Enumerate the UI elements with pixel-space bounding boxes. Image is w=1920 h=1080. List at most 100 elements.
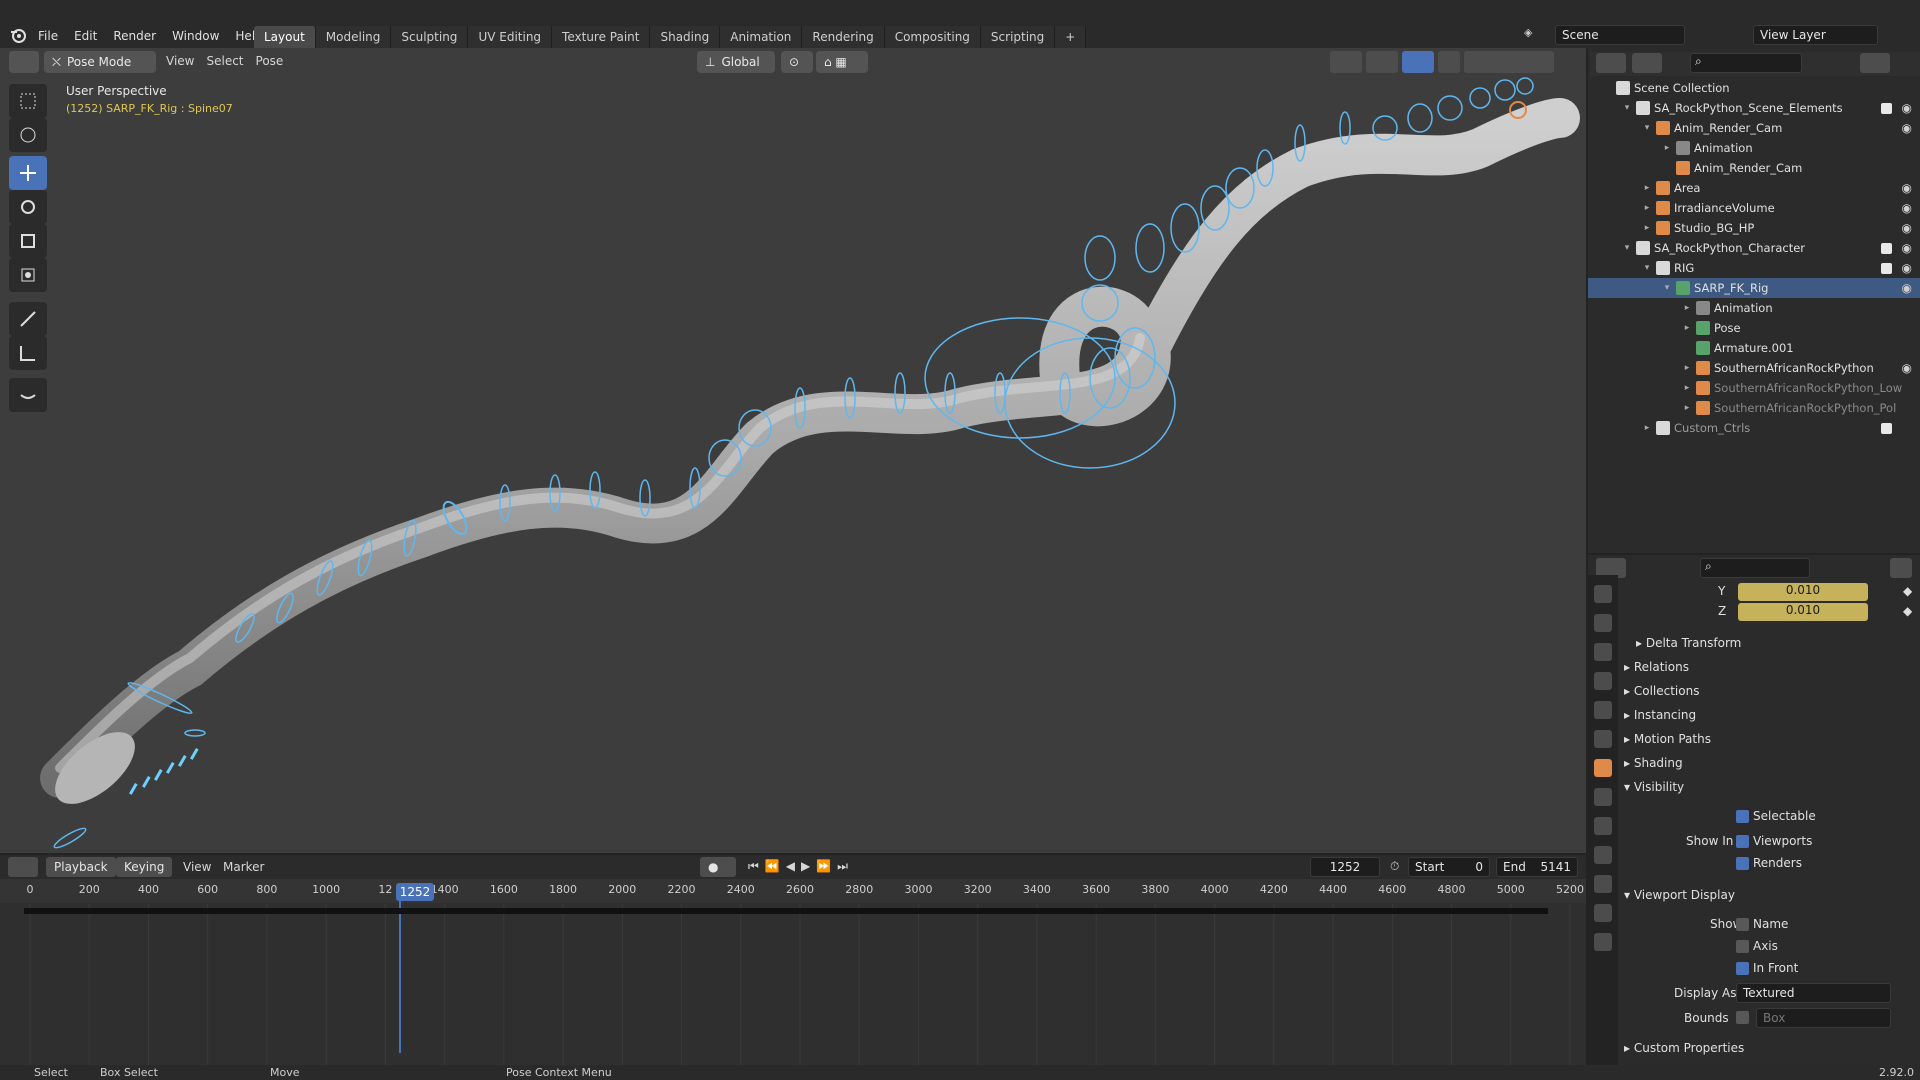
tab-sculpting[interactable]: Sculpting [391, 26, 469, 48]
keyframe-icon[interactable]: ◆ [1903, 604, 1912, 618]
rotate-tool[interactable] [9, 190, 47, 224]
visibility-toggle[interactable] [1330, 51, 1362, 73]
name-checkbox[interactable]: Name [1736, 917, 1920, 931]
eye-icon[interactable]: ◉ [1902, 101, 1912, 115]
menu-window[interactable]: Window [164, 25, 227, 47]
outliner-item[interactable]: ▾ SARP_FK_Rig ◉ [1588, 278, 1920, 298]
outliner-item[interactable]: ▸ IrradianceVolume ◉ [1588, 198, 1920, 218]
expand-icon[interactable]: ▾ [1622, 243, 1632, 253]
panel-visibility[interactable]: ▾ Visibility [1624, 780, 1920, 794]
bone-tool[interactable] [9, 378, 47, 412]
record-button[interactable]: ● [700, 857, 736, 877]
eye-icon[interactable]: ◉ [1902, 361, 1912, 375]
tool-tab-icon[interactable] [1594, 585, 1612, 603]
eye-icon[interactable]: ◉ [1902, 221, 1912, 235]
tab-texture-paint[interactable]: Texture Paint [552, 26, 651, 48]
annotate-tool[interactable] [9, 302, 47, 336]
viewports-checkbox[interactable]: Viewports [1736, 834, 1920, 848]
blender-logo-icon[interactable] [10, 27, 26, 43]
tab-uv-editing[interactable]: UV Editing [468, 26, 553, 48]
measure-tool[interactable] [9, 336, 47, 370]
outliner-item[interactable]: Anim_Render_Cam [1588, 158, 1920, 178]
renders-checkbox[interactable]: Renders [1736, 856, 1920, 870]
display-as-select[interactable]: Textured [1736, 983, 1891, 1003]
outliner-item[interactable]: ▸ Animation [1588, 138, 1920, 158]
expand-icon[interactable]: ▸ [1682, 363, 1692, 373]
tab-layout[interactable]: Layout [254, 26, 316, 48]
expand-icon[interactable]: ▸ [1642, 223, 1652, 233]
start-frame-field[interactable]: Start 0 [1408, 857, 1490, 877]
playback-menu[interactable]: Playback [46, 857, 116, 877]
outliner-item[interactable]: Armature.001 [1588, 338, 1920, 358]
outliner-item[interactable]: ▸ Pose [1588, 318, 1920, 338]
panel-instancing[interactable]: ▸ Instancing [1624, 708, 1920, 722]
properties-options[interactable] [1890, 558, 1912, 578]
outliner-editor-type[interactable] [1596, 53, 1626, 73]
panel-relations[interactable]: ▸ Relations [1624, 660, 1920, 674]
menu-select[interactable]: Select [206, 54, 243, 68]
outliner-item[interactable]: ▸ SouthernAfricanRockPython_Low [1588, 378, 1920, 398]
expand-icon[interactable]: ▸ [1682, 323, 1692, 333]
playhead-label[interactable]: 1252 [396, 883, 434, 901]
xray-toggle[interactable] [1438, 51, 1460, 73]
select-box-tool[interactable] [9, 84, 47, 118]
gizmo-toggle[interactable] [1366, 51, 1398, 73]
snap-button[interactable]: ⌂ ▦ [816, 51, 868, 73]
eye-icon[interactable]: ◉ [1902, 121, 1912, 135]
marker-menu[interactable]: Marker [223, 860, 264, 874]
timeline-ruler[interactable]: 0 200 400 600 800 1000 12 1400 1600 1800 2000 2200 2… [0, 879, 1586, 903]
data-tab-icon[interactable] [1594, 875, 1612, 893]
scale-y-field[interactable]: 0.010 [1738, 583, 1868, 601]
constraint-tab-icon[interactable] [1594, 846, 1612, 864]
pivot-button[interactable]: ⊙ [781, 51, 813, 73]
outliner-item[interactable]: ▾ Anim_Render_Cam ◉ [1588, 118, 1920, 138]
object-tab-icon[interactable] [1594, 759, 1612, 777]
panel-collections[interactable]: ▸ Collections [1624, 684, 1920, 698]
panel-viewport-display[interactable]: ▾ Viewport Display [1624, 888, 1920, 902]
eye-icon[interactable]: ◉ [1902, 241, 1912, 255]
tab-scripting[interactable]: Scripting [980, 26, 1056, 48]
exclude-checkbox[interactable] [1881, 262, 1892, 274]
modifier-tab-icon[interactable] [1594, 788, 1612, 806]
eye-icon[interactable]: ◉ [1902, 281, 1912, 295]
selectable-checkbox[interactable]: Selectable [1736, 809, 1920, 823]
expand-icon[interactable]: ▾ [1662, 283, 1672, 293]
shading-mode-buttons[interactable] [1464, 51, 1554, 73]
exclude-checkbox[interactable] [1881, 422, 1892, 434]
eye-icon[interactable]: ◉ [1902, 261, 1912, 275]
display-mode-button[interactable] [1632, 53, 1662, 73]
3d-viewport[interactable] [0, 48, 1586, 853]
outliner-item[interactable]: Scene Collection [1588, 78, 1920, 98]
current-frame-field[interactable]: 1252 [1310, 857, 1380, 877]
outliner-item[interactable]: ▸ Area ◉ [1588, 178, 1920, 198]
outliner-item[interactable]: ▸ Custom_Ctrls [1588, 418, 1920, 438]
in-front-checkbox[interactable]: In Front [1736, 961, 1920, 975]
bone-tab-icon[interactable] [1594, 904, 1612, 922]
menu-edit[interactable]: Edit [66, 25, 105, 47]
outliner-item[interactable]: ▸ SouthernAfricanRockPython_Pol [1588, 398, 1920, 418]
expand-icon[interactable]: ▸ [1642, 423, 1652, 433]
panel-motion-paths[interactable]: ▸ Motion Paths [1624, 732, 1920, 746]
exclude-checkbox[interactable] [1881, 242, 1892, 254]
keyframe-icon[interactable]: ◆ [1903, 584, 1912, 598]
expand-icon[interactable]: ▾ [1642, 123, 1652, 133]
tab-shading[interactable]: Shading [650, 26, 721, 48]
bounds-select[interactable]: Box [1756, 1008, 1891, 1028]
outliner-item[interactable]: ▾ SA_RockPython_Scene_Elements ◉ [1588, 98, 1920, 118]
timeline-view-menu[interactable]: View [183, 860, 211, 874]
playback-controls[interactable]: ⏮⏪◀▶⏩⏭ [748, 859, 854, 874]
eye-icon[interactable]: ◉ [1902, 201, 1912, 215]
output-tab-icon[interactable] [1594, 643, 1612, 661]
bounds-checkbox[interactable] [1736, 1011, 1749, 1024]
tab-modeling[interactable]: Modeling [315, 26, 392, 48]
panel-delta-transform[interactable]: ▸ Delta Transform [1636, 636, 1920, 650]
tab-rendering[interactable]: Rendering [802, 26, 885, 48]
outliner-search-input[interactable]: ⌕ [1690, 53, 1802, 73]
eye-icon[interactable]: ◉ [1902, 181, 1912, 195]
outliner-item[interactable]: ▾ RIG ◉ [1588, 258, 1920, 278]
tab-compositing[interactable]: Compositing [884, 26, 981, 48]
filter-icon[interactable] [1860, 53, 1890, 73]
expand-icon[interactable]: ▸ [1662, 143, 1672, 153]
add-workspace-button[interactable]: + [1055, 26, 1087, 48]
view-layer-tab-icon[interactable] [1594, 672, 1612, 690]
